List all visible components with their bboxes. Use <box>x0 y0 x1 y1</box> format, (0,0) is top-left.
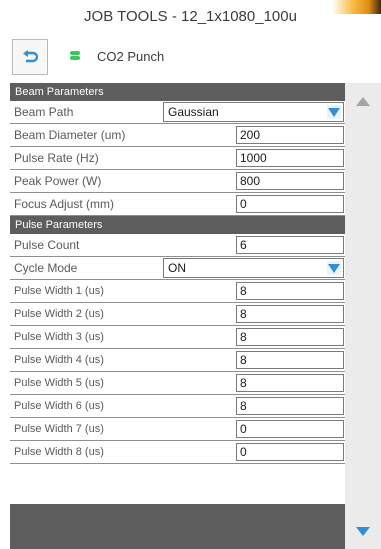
cycle-mode-label: Cycle Mode <box>14 261 78 275</box>
section-header-beam: Beam Parameters <box>10 83 345 101</box>
pulse-count-label: Pulse Count <box>14 238 80 252</box>
scroll-up-icon <box>356 96 370 106</box>
pulse-width-input[interactable]: 8 <box>236 305 344 323</box>
pulse-rate-input[interactable]: 1000 <box>236 149 344 167</box>
beam-diameter-input[interactable]: 200 <box>236 126 344 144</box>
pulse-width-label: Pulse Width 2 (us) <box>14 308 104 320</box>
pulse-width-label: Pulse Width 8 (us) <box>14 446 104 458</box>
dropdown-arrow-icon[interactable] <box>327 261 341 275</box>
pulse-width-row: Pulse Width 2 (us) 8 <box>10 303 345 326</box>
pulse-width-input[interactable]: 0 <box>236 443 344 461</box>
focus-adjust-row: Focus Adjust (mm) 0 <box>10 193 345 216</box>
cycle-mode-value: ON <box>168 261 186 275</box>
beam-path-select[interactable]: Gaussian <box>163 102 344 122</box>
peak-power-input[interactable]: 800 <box>236 172 344 190</box>
dropdown-arrow-icon[interactable] <box>327 105 341 119</box>
window-title: JOB TOOLS - 12_1x1080_100u <box>84 8 297 25</box>
beam-diameter-row: Beam Diameter (um) 200 <box>10 124 345 147</box>
pulse-width-row: Pulse Width 6 (us) 8 <box>10 395 345 418</box>
tool-name-label: CO2 Punch <box>97 49 165 64</box>
section-header-pulse: Pulse Parameters <box>10 216 345 234</box>
pulse-width-input[interactable]: 0 <box>236 420 344 438</box>
pulse-width-label: Pulse Width 1 (us) <box>14 285 104 297</box>
beam-path-row: Beam Path Gaussian <box>10 101 345 124</box>
peak-power-row: Peak Power (W) 800 <box>10 170 345 193</box>
pulse-rate-label: Pulse Rate (Hz) <box>14 151 99 165</box>
parameters-grid: Beam Parameters Beam Path Gaussian Beam … <box>10 83 345 549</box>
partially-visible-row <box>10 464 345 504</box>
pulse-width-label: Pulse Width 4 (us) <box>14 354 104 366</box>
pulse-width-row: Pulse Width 4 (us) 8 <box>10 349 345 372</box>
cycle-mode-row: Cycle Mode ON <box>10 257 345 280</box>
back-button[interactable] <box>12 39 48 75</box>
pulse-rate-row: Pulse Rate (Hz) 1000 <box>10 147 345 170</box>
pulse-width-input[interactable]: 8 <box>236 351 344 369</box>
beam-path-value: Gaussian <box>168 105 219 119</box>
pulse-count-row: Pulse Count 6 <box>10 234 345 257</box>
focus-adjust-input[interactable]: 0 <box>236 195 344 213</box>
pulse-width-label: Pulse Width 6 (us) <box>14 400 104 412</box>
pulse-width-row: Pulse Width 8 (us) 0 <box>10 441 345 464</box>
scroll-down-button[interactable] <box>345 513 381 549</box>
parameters-panel: Beam Parameters Beam Path Gaussian Beam … <box>10 83 381 549</box>
vertical-scrollbar[interactable] <box>345 83 381 549</box>
cycle-mode-select[interactable]: ON <box>163 258 344 278</box>
pulse-width-input[interactable]: 8 <box>236 328 344 346</box>
pulse-count-input[interactable]: 6 <box>236 236 344 254</box>
pulse-width-input[interactable]: 8 <box>236 374 344 392</box>
undo-arrow-icon <box>23 50 38 63</box>
pulse-width-row: Pulse Width 1 (us) 8 <box>10 280 345 303</box>
pulse-width-input[interactable]: 8 <box>236 282 344 300</box>
pulse-width-label: Pulse Width 5 (us) <box>14 377 104 389</box>
beam-diameter-label: Beam Diameter (um) <box>14 128 126 142</box>
status-indicator-icon <box>70 51 80 60</box>
focus-adjust-label: Focus Adjust (mm) <box>14 197 115 211</box>
pulse-width-input[interactable]: 8 <box>236 397 344 415</box>
scroll-down-icon <box>356 526 370 536</box>
peak-power-label: Peak Power (W) <box>14 174 102 188</box>
beam-path-label: Beam Path <box>14 105 74 119</box>
pulse-width-row: Pulse Width 3 (us) 8 <box>10 326 345 349</box>
pulse-width-label: Pulse Width 7 (us) <box>14 423 104 435</box>
pulse-width-row: Pulse Width 7 (us) 0 <box>10 418 345 441</box>
scroll-up-button[interactable] <box>345 83 381 119</box>
pulse-width-label: Pulse Width 3 (us) <box>14 331 104 343</box>
pulse-width-row: Pulse Width 5 (us) 8 <box>10 372 345 395</box>
